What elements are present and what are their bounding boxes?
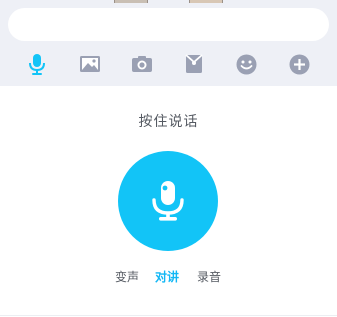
plus-circle-icon xyxy=(289,54,309,74)
image-icon xyxy=(80,56,100,72)
press-to-talk-button[interactable] xyxy=(118,151,218,251)
chat-input-area xyxy=(0,0,337,86)
toolbar-voice-button[interactable] xyxy=(22,49,52,79)
mode-intercom[interactable]: 对讲 xyxy=(155,268,179,285)
toolbar-camera-button[interactable] xyxy=(127,49,157,79)
microphone-icon xyxy=(29,54,45,75)
microphone-icon xyxy=(152,181,184,221)
image-thumbnail[interactable] xyxy=(114,0,148,3)
toolbar-image-button[interactable] xyxy=(75,49,105,79)
image-thumbnail[interactable] xyxy=(189,0,223,3)
emoji-icon xyxy=(236,54,256,74)
press-to-talk-hint: 按住说话 xyxy=(138,114,199,130)
camera-icon xyxy=(132,56,152,72)
red-packet-icon xyxy=(185,54,203,73)
toolbar-red-packet-button[interactable] xyxy=(179,49,209,79)
voice-mode-selector: 变声 对讲 录音 xyxy=(0,268,337,286)
toolbar-emoji-button[interactable] xyxy=(231,49,261,79)
mode-voice-changer[interactable]: 变声 xyxy=(115,268,139,285)
mode-record[interactable]: 录音 xyxy=(197,268,221,285)
input-toolbar xyxy=(0,49,337,79)
message-input[interactable] xyxy=(8,8,329,41)
toolbar-more-button[interactable] xyxy=(284,49,314,79)
divider xyxy=(0,315,337,316)
voice-panel: 按住说话 变声 对讲 录音 xyxy=(0,86,337,317)
